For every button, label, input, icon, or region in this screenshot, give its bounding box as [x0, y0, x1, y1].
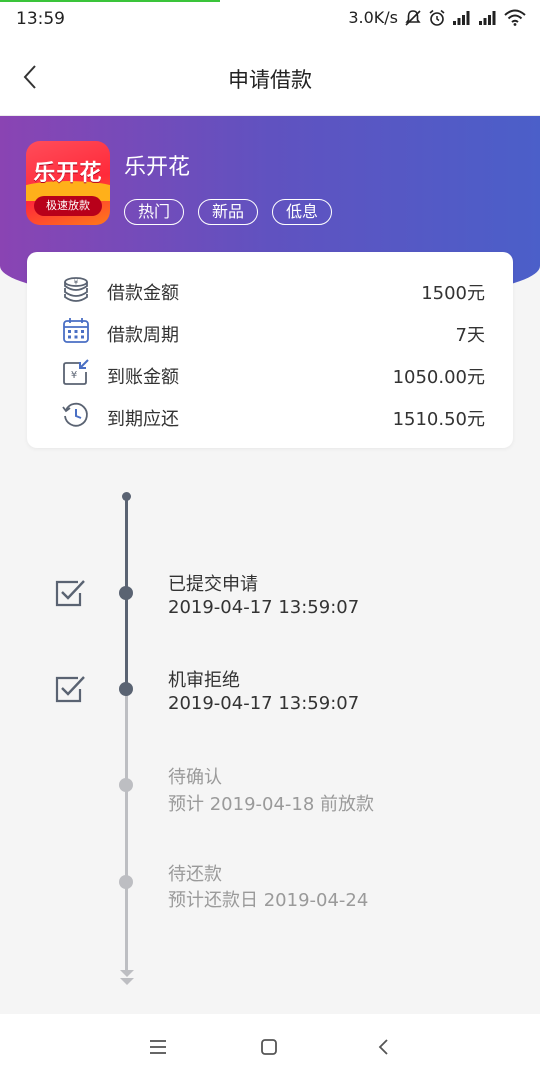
received-amount-icon: ¥ — [63, 359, 89, 385]
tag-low-interest: 低息 — [272, 199, 333, 225]
app-logo: 乐开花 极速放款 — [26, 141, 110, 225]
info-row-received-amount: ¥ 到账金额 1050.00元 — [27, 351, 513, 393]
system-nav-bar — [0, 1014, 540, 1080]
chevron-down-icon — [120, 970, 134, 985]
status-icons: 3.0K/s — [348, 8, 526, 27]
signal-icon — [453, 10, 470, 25]
tag-hot: 热门 — [124, 199, 185, 225]
info-label: 借款周期 — [107, 325, 179, 346]
info-value: 1500元 — [421, 283, 485, 304]
product-tags: 热门 新品 低息 — [124, 199, 333, 225]
info-row-loan-period: 借款周期 7天 — [27, 309, 513, 351]
info-value: 1510.50元 — [392, 409, 485, 430]
step-dot — [119, 586, 133, 600]
logo-text: 乐开花 — [33, 161, 103, 186]
home-button[interactable] — [254, 1032, 284, 1062]
checkbox-checked-icon — [55, 580, 85, 607]
page-load-progress — [0, 0, 220, 2]
chevron-left-icon — [378, 1039, 388, 1055]
info-label: 到账金额 — [107, 367, 179, 388]
svg-text:¥: ¥ — [74, 279, 79, 287]
calendar-icon — [63, 318, 89, 343]
svg-text:¥: ¥ — [71, 370, 77, 381]
signal-icon — [479, 10, 496, 25]
timeline-start-dot — [122, 492, 131, 501]
menu-icon — [150, 1040, 166, 1054]
status-bar: 13:59 3.0K/s — [0, 0, 540, 38]
step-title: 待还款 — [168, 864, 222, 885]
step-dot — [119, 682, 133, 696]
step-subtitle: 预计还款日 2019-04-24 — [168, 890, 369, 911]
checkbox-checked-icon — [55, 676, 85, 703]
coins-icon: ¥ — [64, 277, 88, 302]
mute-icon — [405, 9, 421, 26]
logo-ribbon: 极速放款 — [34, 196, 102, 216]
product-name: 乐开花 — [124, 155, 191, 180]
step-dot — [119, 875, 133, 889]
page-title: 申请借款 — [228, 68, 312, 92]
info-label: 到期应还 — [107, 409, 179, 430]
info-row-loan-amount: ¥ 借款金额 1500元 — [27, 267, 513, 309]
step-subtitle: 预计 2019-04-18 前放款 — [168, 794, 375, 815]
status-time: 13:59 — [16, 9, 65, 29]
step-time: 2019-04-17 13:59:07 — [168, 693, 360, 714]
info-value: 1050.00元 — [392, 367, 485, 388]
menu-button[interactable] — [143, 1032, 173, 1062]
step-title: 机审拒绝 — [168, 670, 240, 691]
alarm-icon — [429, 9, 445, 26]
system-back-button[interactable] — [368, 1032, 398, 1062]
info-value: 7天 — [455, 325, 485, 346]
tag-new: 新品 — [198, 199, 259, 225]
step-dot — [119, 778, 133, 792]
net-speed: 3.0K/s — [348, 8, 398, 27]
app-header: 申请借款 — [0, 38, 540, 116]
timeline-remaining-line — [125, 690, 128, 975]
wifi-icon — [504, 9, 526, 26]
step-time: 2019-04-17 13:59:07 — [168, 597, 360, 618]
info-row-due-repayment: 到期应还 1510.50元 — [27, 393, 513, 435]
step-title: 待确认 — [168, 767, 222, 788]
home-square-icon — [261, 1039, 277, 1055]
info-label: 借款金额 — [107, 283, 179, 304]
clock-icon — [62, 402, 88, 427]
loan-info-card: ¥ 借款金额 1500元 借款周期 7天 ¥ 到账金额 1050.00元 到期应… — [27, 252, 513, 448]
step-title: 已提交申请 — [168, 574, 258, 595]
